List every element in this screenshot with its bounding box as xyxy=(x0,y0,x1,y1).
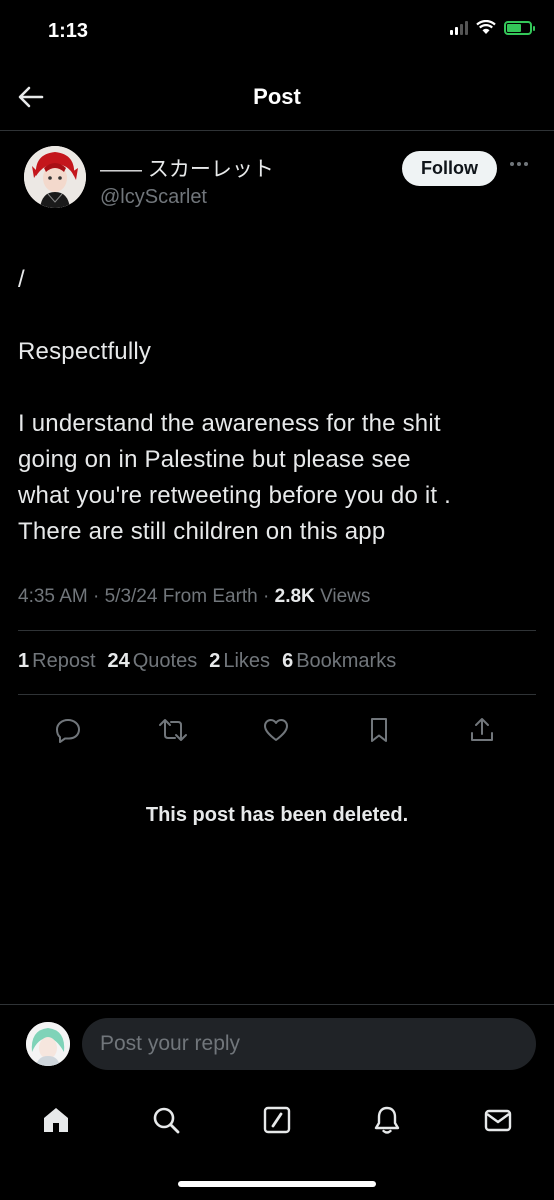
post-line: I understand the awareness for the shit xyxy=(18,410,441,437)
heart-icon[interactable] xyxy=(256,710,296,750)
post-line: There are still children on this app xyxy=(18,518,386,545)
post-date: 5/3/24 xyxy=(104,586,158,607)
wifi-icon xyxy=(476,20,496,34)
reply-input[interactable] xyxy=(82,1018,536,1070)
deleted-notice: This post has been deleted. xyxy=(145,804,409,826)
reply-divider xyxy=(0,1004,554,1005)
quotes-stat[interactable]: 24 Quotes xyxy=(108,650,198,673)
bell-icon[interactable] xyxy=(367,1100,407,1140)
more-icon[interactable] xyxy=(510,162,528,166)
home-icon[interactable] xyxy=(36,1100,76,1140)
compose-icon[interactable] xyxy=(257,1100,297,1140)
share-icon[interactable] xyxy=(462,710,502,750)
action-bar xyxy=(0,710,554,750)
display-name[interactable]: —— スカーレット xyxy=(100,153,274,183)
post-line: going on in Palestine but please see xyxy=(18,446,411,473)
battery-icon xyxy=(504,20,535,35)
likes-stat[interactable]: 2 Likes xyxy=(209,650,270,673)
post-text: / Respectfully I understand the awarenes… xyxy=(18,262,538,550)
views-label[interactable]: Views xyxy=(320,586,370,607)
handle[interactable]: @lcyScarlet xyxy=(100,186,207,209)
avatar[interactable] xyxy=(24,146,86,208)
views-count[interactable]: 2.8K xyxy=(275,586,315,607)
status-time: 1:13 xyxy=(48,20,89,42)
signal-icon xyxy=(450,20,468,35)
post-line: Respectfully xyxy=(18,338,152,365)
post-meta: 4:35 AM · 5/3/24 From Earth · 2.8K Views xyxy=(18,586,371,607)
page-title: Post xyxy=(253,84,301,109)
stats-divider xyxy=(18,694,536,695)
post-time: 4:35 AM xyxy=(18,586,88,607)
status-icons xyxy=(450,20,535,35)
reposts-stat[interactable]: 1 Repost xyxy=(18,650,96,673)
reply-icon[interactable] xyxy=(48,710,88,750)
header-divider xyxy=(0,130,554,131)
post-line: / xyxy=(18,266,25,293)
meta-divider xyxy=(18,630,536,631)
reply-avatar[interactable] xyxy=(26,1022,70,1066)
search-icon[interactable] xyxy=(146,1100,186,1140)
bookmark-icon[interactable] xyxy=(359,710,399,750)
bookmarks-stat[interactable]: 6 Bookmarks xyxy=(282,650,396,673)
post-line: what you're retweeting before you do it … xyxy=(18,482,452,509)
home-indicator[interactable] xyxy=(178,1181,376,1187)
repost-icon[interactable] xyxy=(153,710,193,750)
mail-icon[interactable] xyxy=(478,1100,518,1140)
follow-button[interactable]: Follow xyxy=(402,151,497,186)
post-source: From Earth xyxy=(162,586,258,607)
post-stats: 1 Repost 24 Quotes 2 Likes 6 Bookmarks xyxy=(18,650,396,673)
